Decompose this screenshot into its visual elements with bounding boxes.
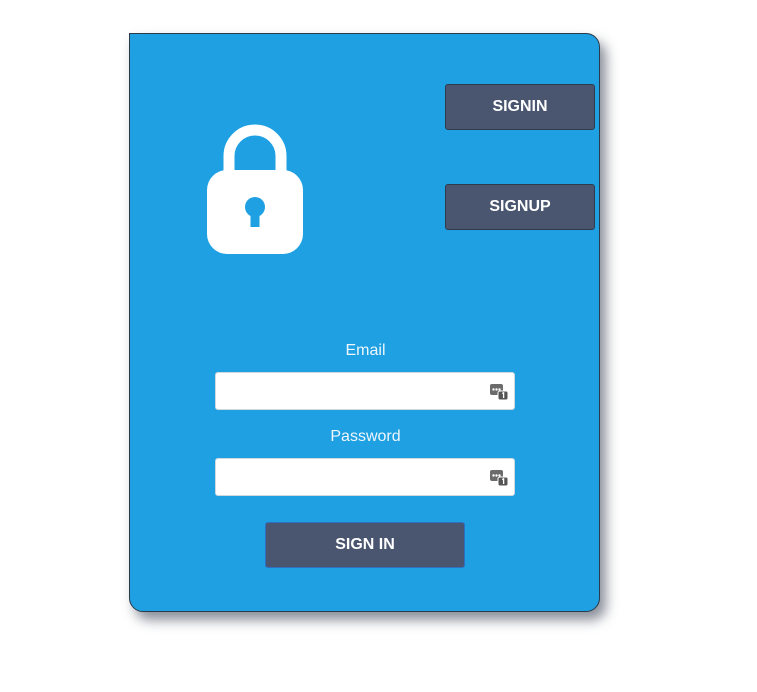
email-field-wrapper	[215, 372, 515, 410]
password-manager-icon[interactable]	[490, 469, 508, 487]
signin-tab-button[interactable]: SIGNIN	[445, 84, 595, 130]
signup-tab-button[interactable]: SIGNUP	[445, 184, 595, 230]
password-field-wrapper	[215, 458, 515, 496]
password-label: Password	[330, 428, 401, 445]
email-label: Email	[345, 342, 386, 359]
password-manager-icon[interactable]	[490, 383, 508, 401]
password-field[interactable]	[216, 459, 514, 495]
email-field[interactable]	[216, 373, 514, 409]
lock-icon	[207, 124, 303, 254]
login-card: SIGNIN SIGNUP Email Password SIGN IN	[129, 33, 600, 612]
sign-in-button[interactable]: SIGN IN	[265, 522, 465, 568]
